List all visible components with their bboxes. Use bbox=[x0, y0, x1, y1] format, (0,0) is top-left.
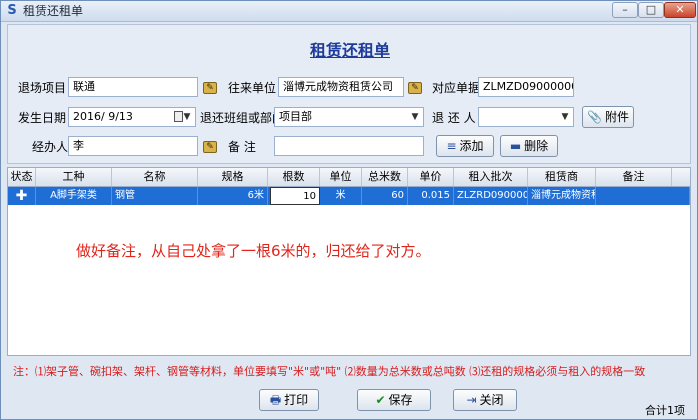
col-header-batch[interactable]: 租入批次 bbox=[454, 168, 528, 186]
form-area: 租赁还租单 退场项目 联通 ✎ 往来单位 淄博元成物资租赁公司 ✎ 对应单据 Z… bbox=[7, 24, 691, 164]
delete-button-label: 删除 bbox=[524, 139, 549, 153]
maximize-button[interactable]: □ bbox=[638, 2, 664, 18]
team-value: 项目部 bbox=[279, 110, 312, 123]
date-input[interactable]: 2016/ 9/13 ▼ bbox=[68, 107, 196, 127]
returner-label: 退 还 人 bbox=[432, 111, 476, 125]
save-button[interactable]: ✔ 保存 bbox=[357, 389, 431, 411]
row-trade-cell[interactable]: A脚手架类 bbox=[36, 187, 112, 205]
minus-icon: ▬ bbox=[509, 139, 522, 153]
add-row-icon: ≡ bbox=[446, 139, 457, 153]
partner-label: 往来单位 bbox=[228, 81, 277, 95]
attach-button-label: 附件 bbox=[604, 110, 629, 124]
row-total-meters-cell[interactable]: 60 bbox=[362, 187, 408, 205]
add-button-label: 添加 bbox=[459, 139, 484, 153]
return-project-input[interactable]: 联通 bbox=[68, 77, 198, 97]
row-name-cell[interactable]: 钢管 bbox=[112, 187, 198, 205]
ref-doc-label: 对应单据 bbox=[432, 81, 481, 95]
minimize-button[interactable]: – bbox=[612, 2, 638, 18]
team-label: 退还班组或部门 bbox=[200, 111, 285, 125]
exit-icon: ⇥ bbox=[466, 393, 477, 407]
table-row[interactable]: ✚ A脚手架类 钢管 6米 10 米 60 0.015 ZLZRD0900000… bbox=[8, 187, 690, 205]
col-header-unit[interactable]: 单位 bbox=[320, 168, 362, 186]
detail-grid: 状态 工种 名称 规格 根数 单位 总米数 单价 租入批次 租赁商 备注 ✚ A… bbox=[7, 167, 691, 356]
team-select[interactable]: 项目部 ▼ bbox=[274, 107, 424, 127]
row-lessor-cell[interactable]: 淄博元成物资租 bbox=[528, 187, 596, 205]
col-header-remark[interactable]: 备注 bbox=[596, 168, 672, 186]
chevron-down-icon[interactable]: ▼ bbox=[181, 108, 193, 126]
title-bar: S 租赁还租单 – □ ✕ bbox=[1, 1, 697, 22]
add-button[interactable]: ≡ 添加 bbox=[436, 135, 494, 157]
row-remark-cell[interactable] bbox=[596, 187, 690, 205]
row-status-cell: ✚ bbox=[8, 187, 36, 205]
col-header-count[interactable]: 根数 bbox=[268, 168, 320, 186]
row-batch-cell[interactable]: ZLZRD090000013 bbox=[454, 187, 528, 205]
col-header-status[interactable]: 状态 bbox=[8, 168, 36, 186]
chevron-down-icon[interactable]: ▼ bbox=[559, 108, 571, 126]
form-title: 租赁还租单 bbox=[309, 41, 390, 60]
printer-icon: 🖶 bbox=[269, 393, 282, 407]
handler-picker-icon[interactable]: ✎ bbox=[203, 141, 217, 153]
app-icon: S bbox=[7, 3, 17, 18]
delete-button[interactable]: ▬ 删除 bbox=[500, 135, 558, 157]
bottom-toolbar: 🖶 打印 ✔ 保存 ⇥ 关闭 bbox=[1, 385, 697, 419]
partner-picker-icon[interactable]: ✎ bbox=[408, 82, 422, 94]
chevron-down-icon[interactable]: ▼ bbox=[409, 108, 421, 126]
col-header-lessor[interactable]: 租赁商 bbox=[528, 168, 596, 186]
remark-label: 备 注 bbox=[228, 140, 256, 154]
col-header-spec[interactable]: 规格 bbox=[198, 168, 268, 186]
handler-input[interactable]: 李 bbox=[68, 136, 198, 156]
col-header-total-meters[interactable]: 总米数 bbox=[362, 168, 408, 186]
close-window-button[interactable]: ✕ bbox=[664, 2, 696, 18]
print-button-label: 打印 bbox=[284, 393, 309, 407]
returner-select[interactable]: ▼ bbox=[478, 107, 574, 127]
footer-note: 注：⑴架子管、碗扣架、架杆、钢管等材料，单位要填写"米"或"吨" ⑵数量为总米数… bbox=[13, 365, 646, 378]
paperclip-icon: 📎 bbox=[587, 110, 602, 124]
close-button-label: 关闭 bbox=[479, 393, 504, 407]
close-button[interactable]: ⇥ 关闭 bbox=[453, 389, 517, 411]
window-title: 租赁还租单 bbox=[23, 4, 84, 18]
grid-header: 状态 工种 名称 规格 根数 单位 总米数 单价 租入批次 租赁商 备注 bbox=[8, 168, 690, 187]
record-count: 合计1项 bbox=[645, 404, 685, 417]
row-unit-cell[interactable]: 米 bbox=[320, 187, 362, 205]
date-value: 2016/ 9/13 bbox=[73, 110, 133, 123]
print-button[interactable]: 🖶 打印 bbox=[259, 389, 319, 411]
checkmark-icon: ✔ bbox=[375, 393, 386, 407]
return-project-label: 退场项目 bbox=[18, 81, 67, 95]
handler-label: 经办人 bbox=[32, 140, 69, 154]
ref-doc-input[interactable]: ZLMZD090000005 bbox=[478, 77, 574, 97]
col-header-trade[interactable]: 工种 bbox=[36, 168, 112, 186]
plus-icon: ✚ bbox=[15, 188, 28, 204]
col-header-name[interactable]: 名称 bbox=[112, 168, 198, 186]
attach-button[interactable]: 📎 附件 bbox=[582, 106, 634, 128]
date-label: 发生日期 bbox=[18, 111, 67, 125]
save-button-label: 保存 bbox=[388, 393, 413, 407]
col-header-unit-price[interactable]: 单价 bbox=[408, 168, 454, 186]
main-window: S 租赁还租单 – □ ✕ 租赁还租单 退场项目 联通 ✎ 往来单位 淄博元成物… bbox=[0, 0, 698, 420]
remark-input[interactable] bbox=[274, 136, 424, 156]
row-spec-cell[interactable]: 6米 bbox=[198, 187, 268, 205]
row-count-edit-cell[interactable]: 10 bbox=[270, 187, 320, 205]
partner-input[interactable]: 淄博元成物资租赁公司 bbox=[278, 77, 404, 97]
return-project-picker-icon[interactable]: ✎ bbox=[203, 82, 217, 94]
row-unit-price-cell[interactable]: 0.015 bbox=[408, 187, 454, 205]
annotation-note: 做好备注，从自己处拿了一根6米的，归还给了对方。 bbox=[76, 242, 431, 260]
